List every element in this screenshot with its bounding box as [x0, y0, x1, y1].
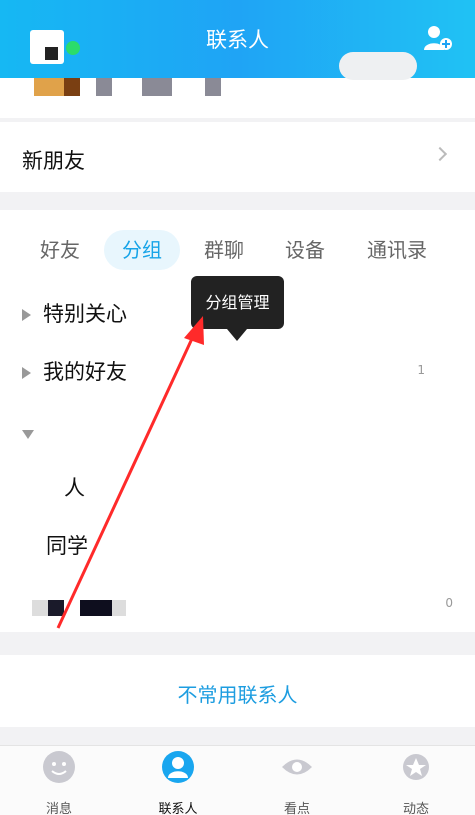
bottom-nav: 消息 联系人 看点 动态 — [0, 745, 475, 815]
nav-label: 动态 — [402, 802, 429, 815]
group-manage-tooltip[interactable]: 分组管理 — [191, 276, 284, 341]
eye-icon — [282, 759, 312, 775]
blurred-avatar-part — [64, 78, 80, 96]
uncommon-contacts-label: 不常用联系人 — [177, 683, 298, 707]
expand-arrow-icon — [22, 309, 31, 321]
blurred-name — [142, 78, 172, 96]
group-label: 我的好友 — [43, 360, 127, 384]
message-face-icon — [43, 751, 75, 783]
blurred-item — [48, 600, 64, 616]
tab-groups[interactable]: 分组 — [104, 230, 180, 270]
nav-label: 联系人 — [158, 802, 198, 815]
group-item[interactable]: 人 — [64, 472, 85, 502]
group-item[interactable]: 特别关心 — [22, 298, 127, 328]
tab-friends[interactable]: 好友 — [40, 230, 80, 270]
group-label: 特别关心 — [43, 302, 127, 326]
group-item[interactable]: 我的好友 — [22, 356, 127, 386]
group-count: 1 — [417, 363, 425, 377]
star-planet-icon — [403, 754, 429, 780]
blurred-name — [205, 78, 221, 96]
collapse-arrow-icon — [22, 430, 34, 439]
uncommon-contacts-row[interactable]: 不常用联系人 — [0, 655, 475, 727]
tab-address-book[interactable]: 通讯录 — [367, 230, 427, 270]
blurred-avatar — [34, 78, 64, 96]
nav-label: 看点 — [283, 802, 310, 815]
chevron-right-icon — [432, 146, 448, 162]
contact-tabs: 好友 分组 群聊 设备 通讯录 — [0, 230, 475, 280]
blurred-item — [32, 600, 48, 616]
contacts-icon — [162, 751, 194, 783]
status-pill-button[interactable] — [339, 52, 417, 80]
nav-moments[interactable]: 动态 — [371, 750, 461, 815]
nav-label: 消息 — [45, 802, 72, 815]
page-title: 联系人 — [206, 28, 269, 52]
blurred-item — [80, 600, 112, 616]
new-friend-row[interactable]: 新朋友 — [0, 122, 475, 192]
group-item-expanded[interactable] — [22, 420, 34, 444]
nav-messages[interactable]: 消息 — [14, 750, 104, 815]
new-friend-label: 新朋友 — [22, 149, 85, 173]
blurred-item — [112, 600, 126, 616]
nav-contacts[interactable]: 联系人 — [133, 750, 223, 815]
expand-arrow-icon — [22, 367, 31, 379]
blurred-name — [96, 78, 112, 96]
tab-devices[interactable]: 设备 — [285, 230, 325, 270]
contacts-panel: 好友 分组 群聊 设备 通讯录 特别关心 我的好友 1 人 同学 0 — [0, 210, 475, 632]
group-item[interactable]: 同学 — [46, 530, 88, 560]
tab-group-chats[interactable]: 群聊 — [204, 230, 244, 270]
group-count: 0 — [445, 596, 453, 610]
nav-discover[interactable]: 看点 — [252, 750, 342, 815]
add-friend-icon[interactable] — [423, 24, 453, 52]
